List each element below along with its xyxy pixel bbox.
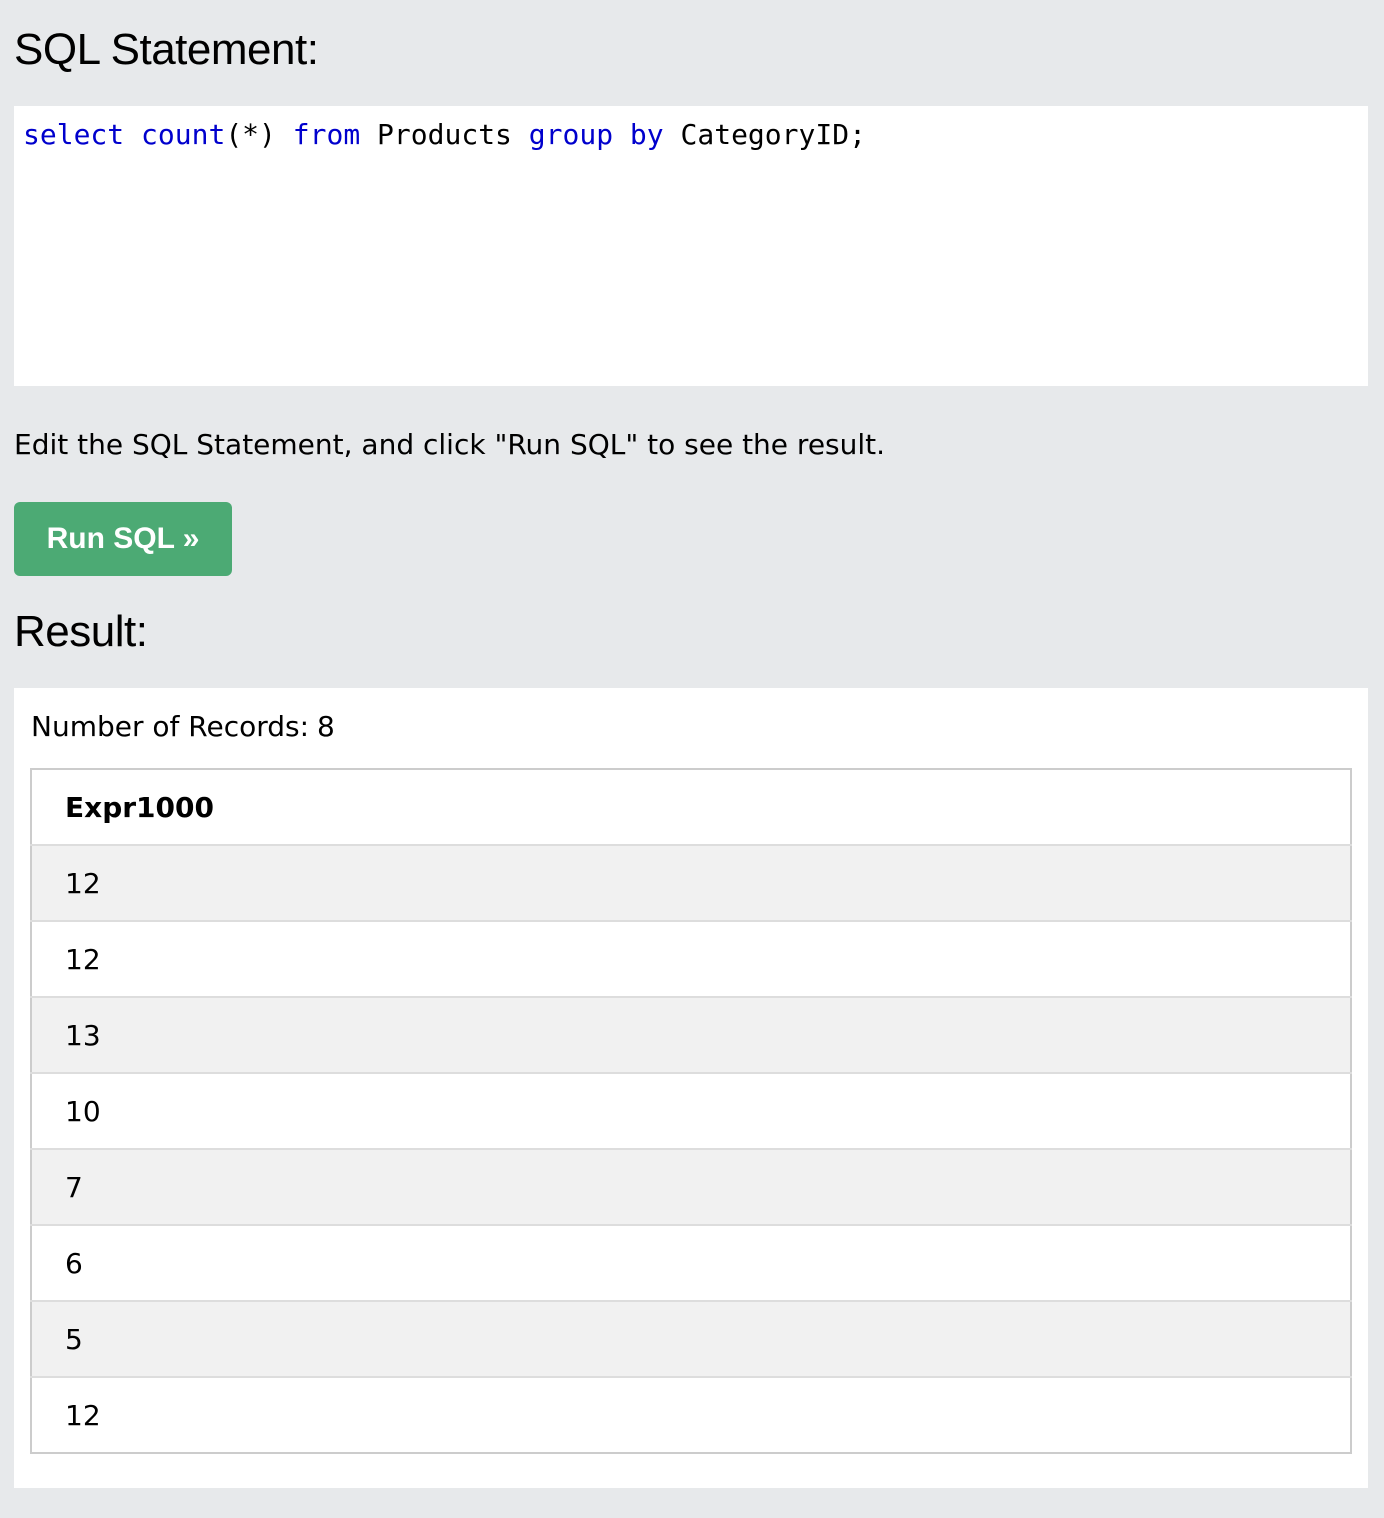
- column-header-expr1000: Expr1000: [31, 769, 1351, 846]
- sql-keyword-select: select: [23, 118, 125, 151]
- table-row: 12: [31, 921, 1351, 998]
- sql-keyword-by: by: [629, 118, 664, 151]
- table-cell: 6: [31, 1225, 1351, 1302]
- result-panel: Number of Records: 8 Expr1000 12 12 13 10…: [14, 688, 1368, 1488]
- records-count: Number of Records: 8: [31, 710, 335, 744]
- table-cell: 13: [31, 997, 1351, 1074]
- instructions-text: Edit the SQL Statement, and click "Run S…: [14, 428, 886, 461]
- table-cell: 12: [31, 845, 1351, 922]
- records-count-label: Number of Records:: [31, 710, 310, 743]
- sql-table-name: Products: [377, 118, 512, 151]
- table-cell: 12: [31, 921, 1351, 998]
- sql-count-argument: (*): [225, 118, 276, 151]
- sql-function-count: count: [141, 118, 226, 151]
- table-cell: 10: [31, 1073, 1351, 1150]
- table-row: 7: [31, 1149, 1351, 1226]
- records-count-value: 8: [317, 710, 335, 743]
- table-cell: 12: [31, 1377, 1351, 1453]
- sql-column-name: CategoryID;: [680, 118, 866, 151]
- result-table: Expr1000 12 12 13 10 7 6 5 12: [30, 768, 1352, 1454]
- sql-keyword-group: group: [528, 118, 614, 151]
- table-row: 10: [31, 1073, 1351, 1150]
- table-cell: 7: [31, 1149, 1351, 1226]
- table-row: 6: [31, 1225, 1351, 1302]
- table-cell: 5: [31, 1301, 1351, 1378]
- table-row: 12: [31, 1377, 1351, 1453]
- table-row: 5: [31, 1301, 1351, 1378]
- table-row: 13: [31, 997, 1351, 1074]
- table-header-row: Expr1000: [31, 769, 1351, 846]
- table-row: 12: [31, 845, 1351, 922]
- result-heading: Result:: [14, 607, 148, 656]
- sql-editor[interactable]: select count(*) from Products group by C…: [14, 106, 1368, 386]
- sql-keyword-from: from: [292, 118, 361, 151]
- sql-statement-heading: SQL Statement:: [14, 25, 319, 74]
- run-sql-button[interactable]: Run SQL »: [14, 502, 232, 576]
